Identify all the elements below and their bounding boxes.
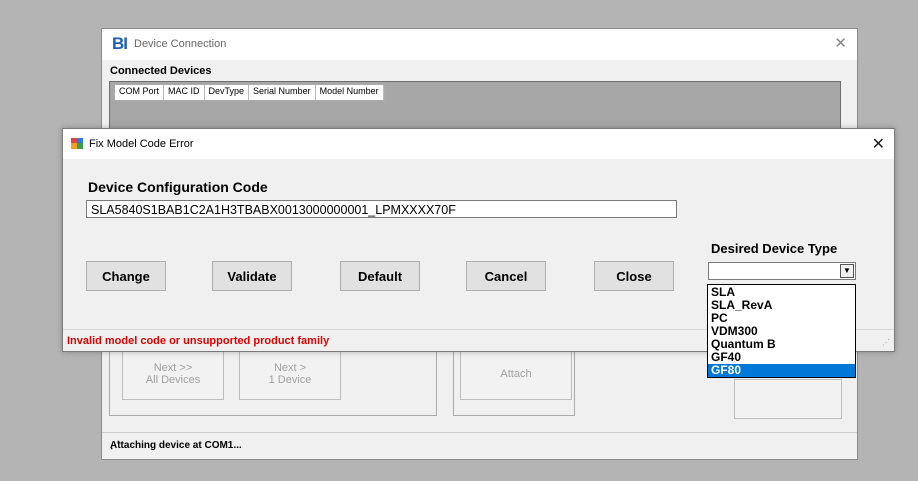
desired-device-type-label: Desired Device Type	[711, 241, 838, 256]
device-type-dropdown-list: SLA SLA_RevA PC VDM300 Quantum B GF40 GF…	[707, 284, 856, 378]
resize-grip-icon[interactable]: ⋰	[882, 338, 890, 347]
device-connection-titlebar: BI Device Connection ✕	[102, 29, 857, 60]
obscured-button[interactable]	[734, 379, 842, 419]
config-code-input[interactable]: SLA5840S1BAB1C2A1H3TBABX0013000000001_LP…	[86, 200, 677, 218]
device-list-header: COM Port MAC ID DevType Serial Number Mo…	[114, 84, 385, 101]
option-sla-reva[interactable]: SLA_RevA	[708, 299, 855, 312]
close-icon[interactable]: ✕	[834, 34, 847, 52]
column-header-model-number[interactable]: Model Number	[316, 85, 384, 100]
column-header-devtype[interactable]: DevType	[205, 85, 250, 100]
change-button[interactable]: Change	[86, 261, 166, 291]
next-one-device-label: Next > 1 Device	[268, 362, 312, 386]
error-message: Invalid model code or unsupported produc…	[67, 335, 330, 347]
column-header-com-port[interactable]: COM Port	[115, 85, 165, 100]
column-header-serial-number[interactable]: Serial Number	[249, 85, 316, 100]
next-all-devices-label: Next >> All Devices	[145, 362, 201, 386]
cancel-button[interactable]: Cancel	[466, 261, 546, 291]
status-bar: Attaching device at COM1... ⋰	[102, 432, 857, 459]
column-header-mac-id[interactable]: MAC ID	[164, 85, 205, 100]
attach-label: Attach	[500, 368, 532, 380]
chevron-down-icon[interactable]: ▼	[840, 264, 854, 278]
option-gf80[interactable]: GF80	[708, 364, 855, 377]
config-code-label: Device Configuration Code	[88, 179, 268, 195]
app-logo: BI	[112, 34, 128, 53]
window-title: Device Connection	[134, 38, 227, 50]
device-type-select[interactable]: ▼	[708, 262, 856, 280]
dialog-title: Fix Model Code Error	[89, 138, 194, 150]
validate-button[interactable]: Validate	[212, 261, 292, 291]
default-button[interactable]: Default	[340, 261, 420, 291]
resize-grip-icon[interactable]: ⋰	[110, 440, 854, 456]
next-all-devices-button[interactable]: Next >> All Devices	[122, 348, 224, 400]
close-icon[interactable]: ✕	[872, 134, 885, 154]
connected-devices-label: Connected Devices	[110, 65, 212, 77]
close-button[interactable]: Close	[594, 261, 674, 291]
dialog-titlebar: Fix Model Code Error ✕	[63, 129, 894, 159]
next-one-device-button[interactable]: Next > 1 Device	[239, 348, 341, 400]
attach-button[interactable]: Attach	[460, 348, 572, 400]
app-icon	[71, 138, 83, 149]
